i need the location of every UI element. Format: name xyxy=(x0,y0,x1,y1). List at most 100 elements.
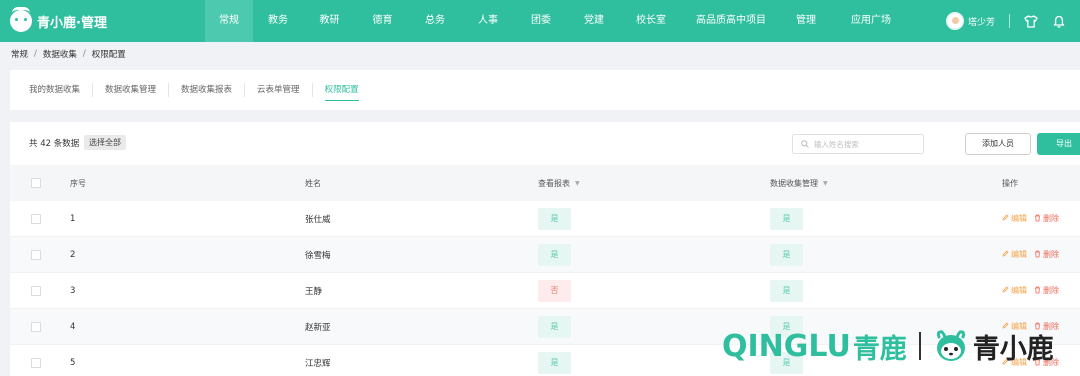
header-view-report[interactable]: 查看报表 ▼ xyxy=(538,165,580,201)
watermark-latin: QINGLU xyxy=(722,328,851,364)
watermark-cn-right: 青小鹿 xyxy=(972,333,1054,365)
cell-actions: 编辑 删除 xyxy=(1002,201,1066,236)
nav-item-常规[interactable]: 常规 xyxy=(205,0,253,42)
cell-actions: 编辑 删除 xyxy=(1002,237,1066,272)
permission-badge: 是 xyxy=(770,207,803,230)
user-name[interactable]: 塔少芳 xyxy=(968,15,995,28)
divider xyxy=(1009,14,1010,28)
edit-button[interactable]: 编辑 xyxy=(1002,213,1027,224)
cell-name: 王静 xyxy=(305,286,323,297)
shirt-icon[interactable] xyxy=(1024,14,1038,28)
cell-data-manage: 是 xyxy=(770,201,803,236)
tab-cloud-form-manage[interactable]: 云表单管理 xyxy=(245,83,313,97)
cell-view-report: 是 xyxy=(538,201,571,236)
nav-item-人事[interactable]: 人事 xyxy=(461,0,515,42)
main-nav: 常规 教务 教研 德育 总务 人事 团委 党建 校长室 高品质高中项目 管理 应… xyxy=(205,0,911,42)
total-count: 共 42 条数据 xyxy=(29,139,80,149)
row-checkbox[interactable] xyxy=(31,286,41,296)
table-row: 3 王静 否 是 编辑 删除 xyxy=(10,273,1080,309)
add-user-button[interactable]: 添加人员 xyxy=(965,133,1031,155)
cell-data-manage: 是 xyxy=(770,237,803,272)
brand-watermark: QINGLU 青鹿 青小鹿 xyxy=(722,322,1062,370)
cell-view-report: 否 xyxy=(538,273,571,308)
permission-badge: 否 xyxy=(538,279,571,302)
dropdown-arrow-icon: ▼ xyxy=(575,179,580,187)
deer-logo-icon xyxy=(933,328,969,364)
watermark-divider xyxy=(918,332,921,360)
permission-badge: 是 xyxy=(538,351,571,374)
nav-item-高品质高中项目[interactable]: 高品质高中项目 xyxy=(681,0,781,42)
table-row: 2 徐雪梅 是 是 编辑 删除 xyxy=(10,237,1080,273)
trash-icon xyxy=(1034,214,1043,224)
sub-tabs: 我的数据收集 数据收集管理 数据收集报表 云表单管理 权限配置 xyxy=(10,70,1080,110)
permission-badge: 是 xyxy=(538,207,571,230)
nav-item-德育[interactable]: 德育 xyxy=(356,0,409,42)
watermark-cn-left: 青鹿 xyxy=(852,333,907,365)
delete-button[interactable]: 删除 xyxy=(1034,249,1059,260)
header-data-manage[interactable]: 数据收集管理 ▼ xyxy=(770,165,828,201)
top-navbar: 青小鹿·管理 常规 教务 教研 德育 总务 人事 团委 党建 校长室 高品质高中… xyxy=(0,0,1080,42)
delete-button[interactable]: 删除 xyxy=(1034,213,1059,224)
nav-item-管理[interactable]: 管理 xyxy=(781,0,831,42)
cell-index: 3 xyxy=(70,285,76,296)
select-all-checkbox[interactable] xyxy=(31,178,41,188)
breadcrumb-current: 权限配置 xyxy=(91,50,126,60)
cell-data-manage: 是 xyxy=(770,273,803,308)
nav-item-总务[interactable]: 总务 xyxy=(409,0,461,42)
app-logo-text: 青小鹿·管理 xyxy=(37,15,107,31)
header-name: 姓名 xyxy=(305,178,321,188)
row-checkbox[interactable] xyxy=(31,214,41,224)
row-checkbox[interactable] xyxy=(31,322,41,332)
cell-actions: 编辑 删除 xyxy=(1002,273,1066,308)
row-checkbox[interactable] xyxy=(31,250,41,260)
search-input[interactable] xyxy=(813,139,923,149)
select-all-button[interactable]: 选择全部 xyxy=(84,135,126,150)
edit-icon xyxy=(1002,250,1011,259)
nav-item-应用广场[interactable]: 应用广场 xyxy=(831,0,911,42)
nav-item-教研[interactable]: 教研 xyxy=(303,0,356,42)
bell-icon[interactable] xyxy=(1052,14,1066,28)
search-box[interactable] xyxy=(792,134,924,154)
nav-item-教务[interactable]: 教务 xyxy=(253,0,303,42)
cell-view-report: 是 xyxy=(538,309,571,344)
cell-name: 江忠辉 xyxy=(305,358,331,369)
breadcrumb: 常规 / 数据收集 / 权限配置 xyxy=(11,47,126,61)
breadcrumb-item[interactable]: 常规 xyxy=(11,48,28,60)
breadcrumb-item[interactable]: 数据收集 xyxy=(43,48,77,60)
edit-icon xyxy=(1002,286,1011,295)
search-icon xyxy=(801,140,809,148)
edit-button[interactable]: 编辑 xyxy=(1002,285,1027,296)
edit-button[interactable]: 编辑 xyxy=(1002,249,1027,260)
user-area: 塔少芳 xyxy=(945,0,1080,42)
cell-name: 徐雪梅 xyxy=(305,250,331,261)
nav-item-党建[interactable]: 党建 xyxy=(567,0,621,42)
header-index: 序号 xyxy=(70,178,86,188)
cell-index: 5 xyxy=(70,357,76,368)
tab-my-data-collection[interactable]: 我的数据收集 xyxy=(29,83,94,97)
avatar[interactable] xyxy=(945,12,964,30)
app-logo[interactable]: 青小鹿·管理 xyxy=(0,7,205,32)
row-checkbox[interactable] xyxy=(31,358,41,368)
cell-name: 赵新亚 xyxy=(305,322,331,333)
table-toolbar: 共 42 条数据 选择全部 添加人员 导出 xyxy=(10,122,1080,166)
delete-button[interactable]: 删除 xyxy=(1034,285,1059,296)
tab-permission-config[interactable]: 权限配置 xyxy=(313,83,371,101)
permission-badge: 是 xyxy=(538,243,571,266)
cell-name: 张仕威 xyxy=(305,214,331,225)
nav-item-校长室[interactable]: 校长室 xyxy=(621,0,681,42)
trash-icon xyxy=(1034,286,1043,296)
trash-icon xyxy=(1034,250,1043,260)
tab-data-collection-manage[interactable]: 数据收集管理 xyxy=(93,83,170,97)
breadcrumb-separator: / xyxy=(82,49,86,59)
deer-logo-icon xyxy=(10,7,32,32)
cell-index: 2 xyxy=(70,249,76,260)
header-actions: 操作 xyxy=(1002,178,1018,188)
tab-data-collection-report[interactable]: 数据收集报表 xyxy=(169,83,246,97)
permission-badge: 是 xyxy=(770,279,803,302)
breadcrumb-separator: / xyxy=(34,49,37,59)
export-button[interactable]: 导出 xyxy=(1037,133,1080,155)
nav-item-团委[interactable]: 团委 xyxy=(515,0,567,42)
cell-view-report: 是 xyxy=(538,237,571,272)
dropdown-arrow-icon: ▼ xyxy=(823,179,828,187)
permission-badge: 是 xyxy=(538,315,571,338)
